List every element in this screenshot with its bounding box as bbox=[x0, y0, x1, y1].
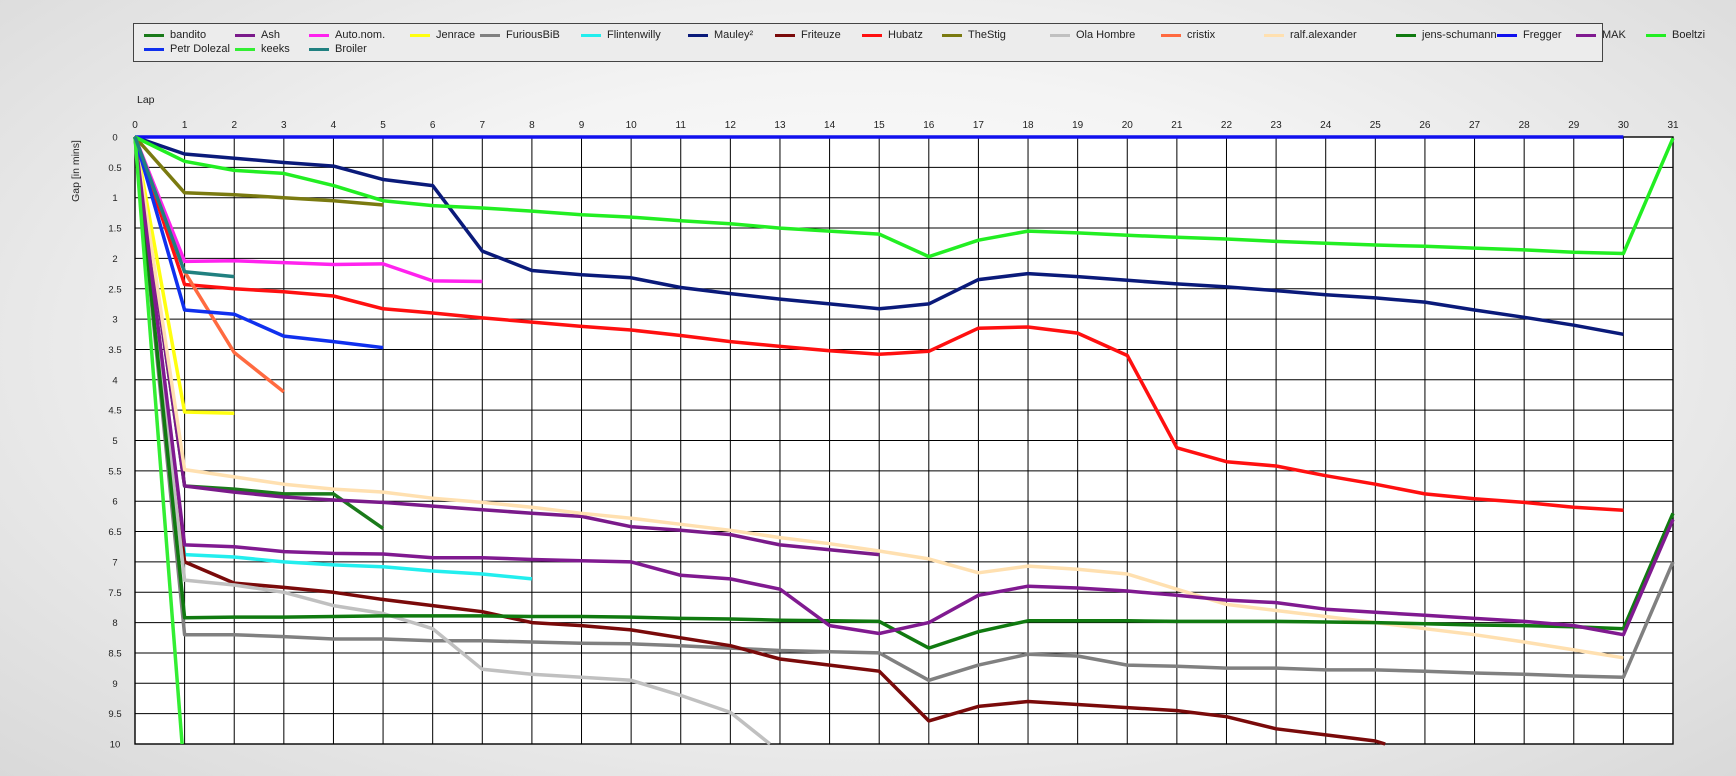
x-tick-label: 29 bbox=[1568, 120, 1580, 131]
y-tick-label: 9 bbox=[112, 679, 117, 690]
x-tick-label: 30 bbox=[1618, 120, 1630, 131]
x-tick-label: 20 bbox=[1122, 120, 1134, 131]
x-tick-label: 2 bbox=[231, 120, 237, 131]
x-tick-label: 16 bbox=[923, 120, 935, 131]
x-tick-label: 28 bbox=[1519, 120, 1531, 131]
x-tick-label: 14 bbox=[824, 120, 836, 131]
y-tick-label: 5.5 bbox=[108, 466, 121, 477]
y-tick-label: 2 bbox=[112, 254, 117, 265]
x-tick-label: 19 bbox=[1072, 120, 1084, 131]
y-tick-label: 1.5 bbox=[108, 224, 121, 235]
x-tick-label: 26 bbox=[1419, 120, 1431, 131]
y-tick-label: 10 bbox=[110, 740, 121, 751]
x-tick-label: 18 bbox=[1022, 120, 1034, 131]
x-tick-label: 6 bbox=[430, 120, 436, 131]
x-tick-label: 0 bbox=[132, 120, 138, 131]
y-tick-label: 3.5 bbox=[108, 345, 121, 356]
x-tick-label: 27 bbox=[1469, 120, 1481, 131]
x-tick-label: 3 bbox=[281, 120, 287, 131]
x-tick-label: 25 bbox=[1370, 120, 1382, 131]
x-tick-label: 24 bbox=[1320, 120, 1332, 131]
x-tick-label: 12 bbox=[725, 120, 737, 131]
x-tick-label: 31 bbox=[1667, 120, 1679, 131]
y-tick-label: 1 bbox=[112, 193, 117, 204]
x-tick-label: 7 bbox=[480, 120, 486, 131]
x-tick-label: 4 bbox=[331, 120, 337, 131]
y-tick-label: 5 bbox=[112, 436, 117, 447]
y-tick-label: 2.5 bbox=[108, 284, 121, 295]
y-axis-label: Gap [in mins] bbox=[70, 140, 82, 202]
y-tick-label: 0.5 bbox=[108, 163, 121, 174]
grid bbox=[134, 136, 1674, 745]
x-tick-label: 9 bbox=[579, 120, 585, 131]
y-tick-label: 4 bbox=[112, 375, 117, 386]
x-tick-label: 10 bbox=[626, 120, 638, 131]
y-tick-label: 6 bbox=[112, 497, 117, 508]
y-tick-label: 8.5 bbox=[108, 648, 121, 659]
x-tick-label: 8 bbox=[529, 120, 535, 131]
y-tick-label: 8 bbox=[112, 618, 117, 629]
x-tick-label: 11 bbox=[676, 120, 687, 131]
x-tick-label: 15 bbox=[874, 120, 886, 131]
y-tick-label: 7 bbox=[112, 557, 117, 568]
x-tick-label: 5 bbox=[380, 120, 386, 131]
x-tick-label: 21 bbox=[1171, 120, 1183, 131]
y-tick-label: 4.5 bbox=[108, 406, 121, 417]
x-tick-label: 13 bbox=[774, 120, 786, 131]
x-tick-label: 22 bbox=[1221, 120, 1233, 131]
y-tick-label: 9.5 bbox=[108, 709, 121, 720]
y-tick-label: 3 bbox=[112, 315, 117, 326]
y-tick-label: 6.5 bbox=[108, 527, 121, 538]
x-tick-label: 23 bbox=[1271, 120, 1283, 131]
y-tick-label: 0 bbox=[112, 133, 117, 144]
line-chart: 0 1 2 3 4 5 6 7 8 9 10 11 12 13 14 15 16 17 18 19 20 21 22 23 24… bbox=[70, 94, 1679, 751]
x-tick-label: 1 bbox=[182, 120, 188, 131]
x-tick-label: 17 bbox=[973, 120, 985, 131]
y-tick-label: 7.5 bbox=[108, 588, 121, 599]
x-axis-label: Lap bbox=[137, 94, 155, 106]
